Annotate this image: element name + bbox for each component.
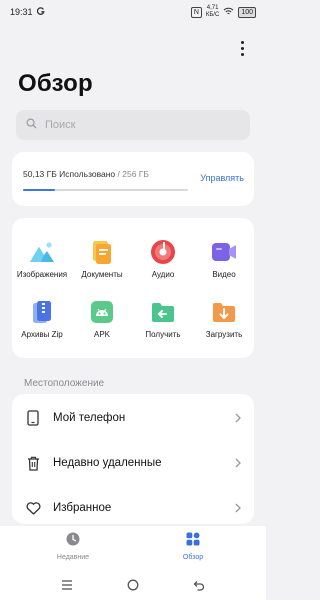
category-label: Видео [212,270,236,279]
system-navigation-bar [0,570,266,600]
home-icon[interactable] [126,578,140,592]
category-video[interactable]: Видео [194,238,254,280]
category-downloads[interactable]: Загрузить [194,298,254,340]
manage-storage-link[interactable]: Управлять [200,173,244,183]
category-label: APK [93,330,110,339]
category-documents[interactable]: Документы [72,238,132,280]
location-recently-deleted[interactable]: Недавно удаленные [12,442,254,484]
category-label: Аудио [151,270,175,279]
back-icon[interactable] [192,578,206,592]
clock-icon [66,532,80,551]
status-left: 19:31 [10,7,45,17]
zip-icon [28,298,56,326]
nav-tab-browse[interactable]: Обзор [153,532,233,561]
documents-icon [88,238,116,266]
search-icon [26,116,37,134]
category-images[interactable]: Изображения [12,238,72,280]
location-favorites[interactable]: Избранное [12,487,254,529]
storage-usage: 50,13 ГБ Использовано / 256 ГБ [23,169,149,179]
battery-indicator: 100 [238,6,256,18]
heart-icon [25,500,41,516]
status-bar: 19:31 N 4,71 КБ/С 100 [0,0,266,24]
wifi-icon [223,7,234,18]
more-vert-icon[interactable] [234,38,250,58]
storage-card[interactable]: 50,13 ГБ Использовано / 256 ГБ Управлять [12,152,254,206]
storage-progress [23,189,188,191]
category-label: Изображения [16,270,68,279]
storage-used: 50,13 ГБ Использовано [23,169,116,179]
grid-icon [186,532,200,551]
location-my-phone[interactable]: Мой телефон [12,397,254,439]
nav-tab-recent[interactable]: Недавние [33,532,113,561]
images-icon [28,238,56,266]
category-label: Загрузить [205,330,243,339]
menu-icon[interactable] [60,578,74,592]
search-input[interactable] [45,119,225,131]
bottom-navigation: Недавние Обзор [0,526,266,570]
locations-card: Мой телефон Недавно удаленные Избранное [12,394,254,524]
status-right: N 4,71 КБ/С 100 [190,5,256,19]
speed-unit: КБ/С [205,12,220,18]
storage-total: / 256 ГБ [115,169,149,179]
location-label: Недавно удаленные [53,457,162,469]
chevron-right-icon [234,503,242,513]
status-time: 19:31 [10,7,33,17]
section-label-location: Местоположение [24,378,105,389]
search-bar[interactable] [16,110,250,140]
category-label: Получить [145,330,181,339]
download-icon [210,298,238,326]
category-label: Документы [81,270,123,279]
phone-icon [25,410,41,426]
trash-icon [25,455,41,471]
network-speed: 4,71 КБ/С [206,5,219,19]
chevron-right-icon [234,458,242,468]
category-zip[interactable]: Архивы Zip [12,298,72,340]
storage-progress-fill [23,189,56,191]
receive-icon [149,298,177,326]
nav-tab-label: Недавние [56,554,90,561]
category-label: Архивы Zip [21,330,63,339]
page-title: Обзор [18,70,93,97]
chevron-right-icon [234,413,242,423]
category-apk[interactable]: APK [72,298,132,340]
video-icon [210,238,238,266]
audio-icon [149,238,177,266]
g-icon [36,7,45,17]
speed-value: 4,71 [206,5,219,11]
apk-icon [88,298,116,326]
location-label: Избранное [53,502,112,514]
category-receive[interactable]: Получить [133,298,193,340]
nfc-badge: N [190,6,202,18]
location-label: Мой телефон [53,412,126,424]
nav-tab-label: Обзор [182,554,204,561]
category-audio[interactable]: Аудио [133,238,193,280]
categories-card: Изображения Документы Аудио Видео Архивы… [12,218,254,358]
